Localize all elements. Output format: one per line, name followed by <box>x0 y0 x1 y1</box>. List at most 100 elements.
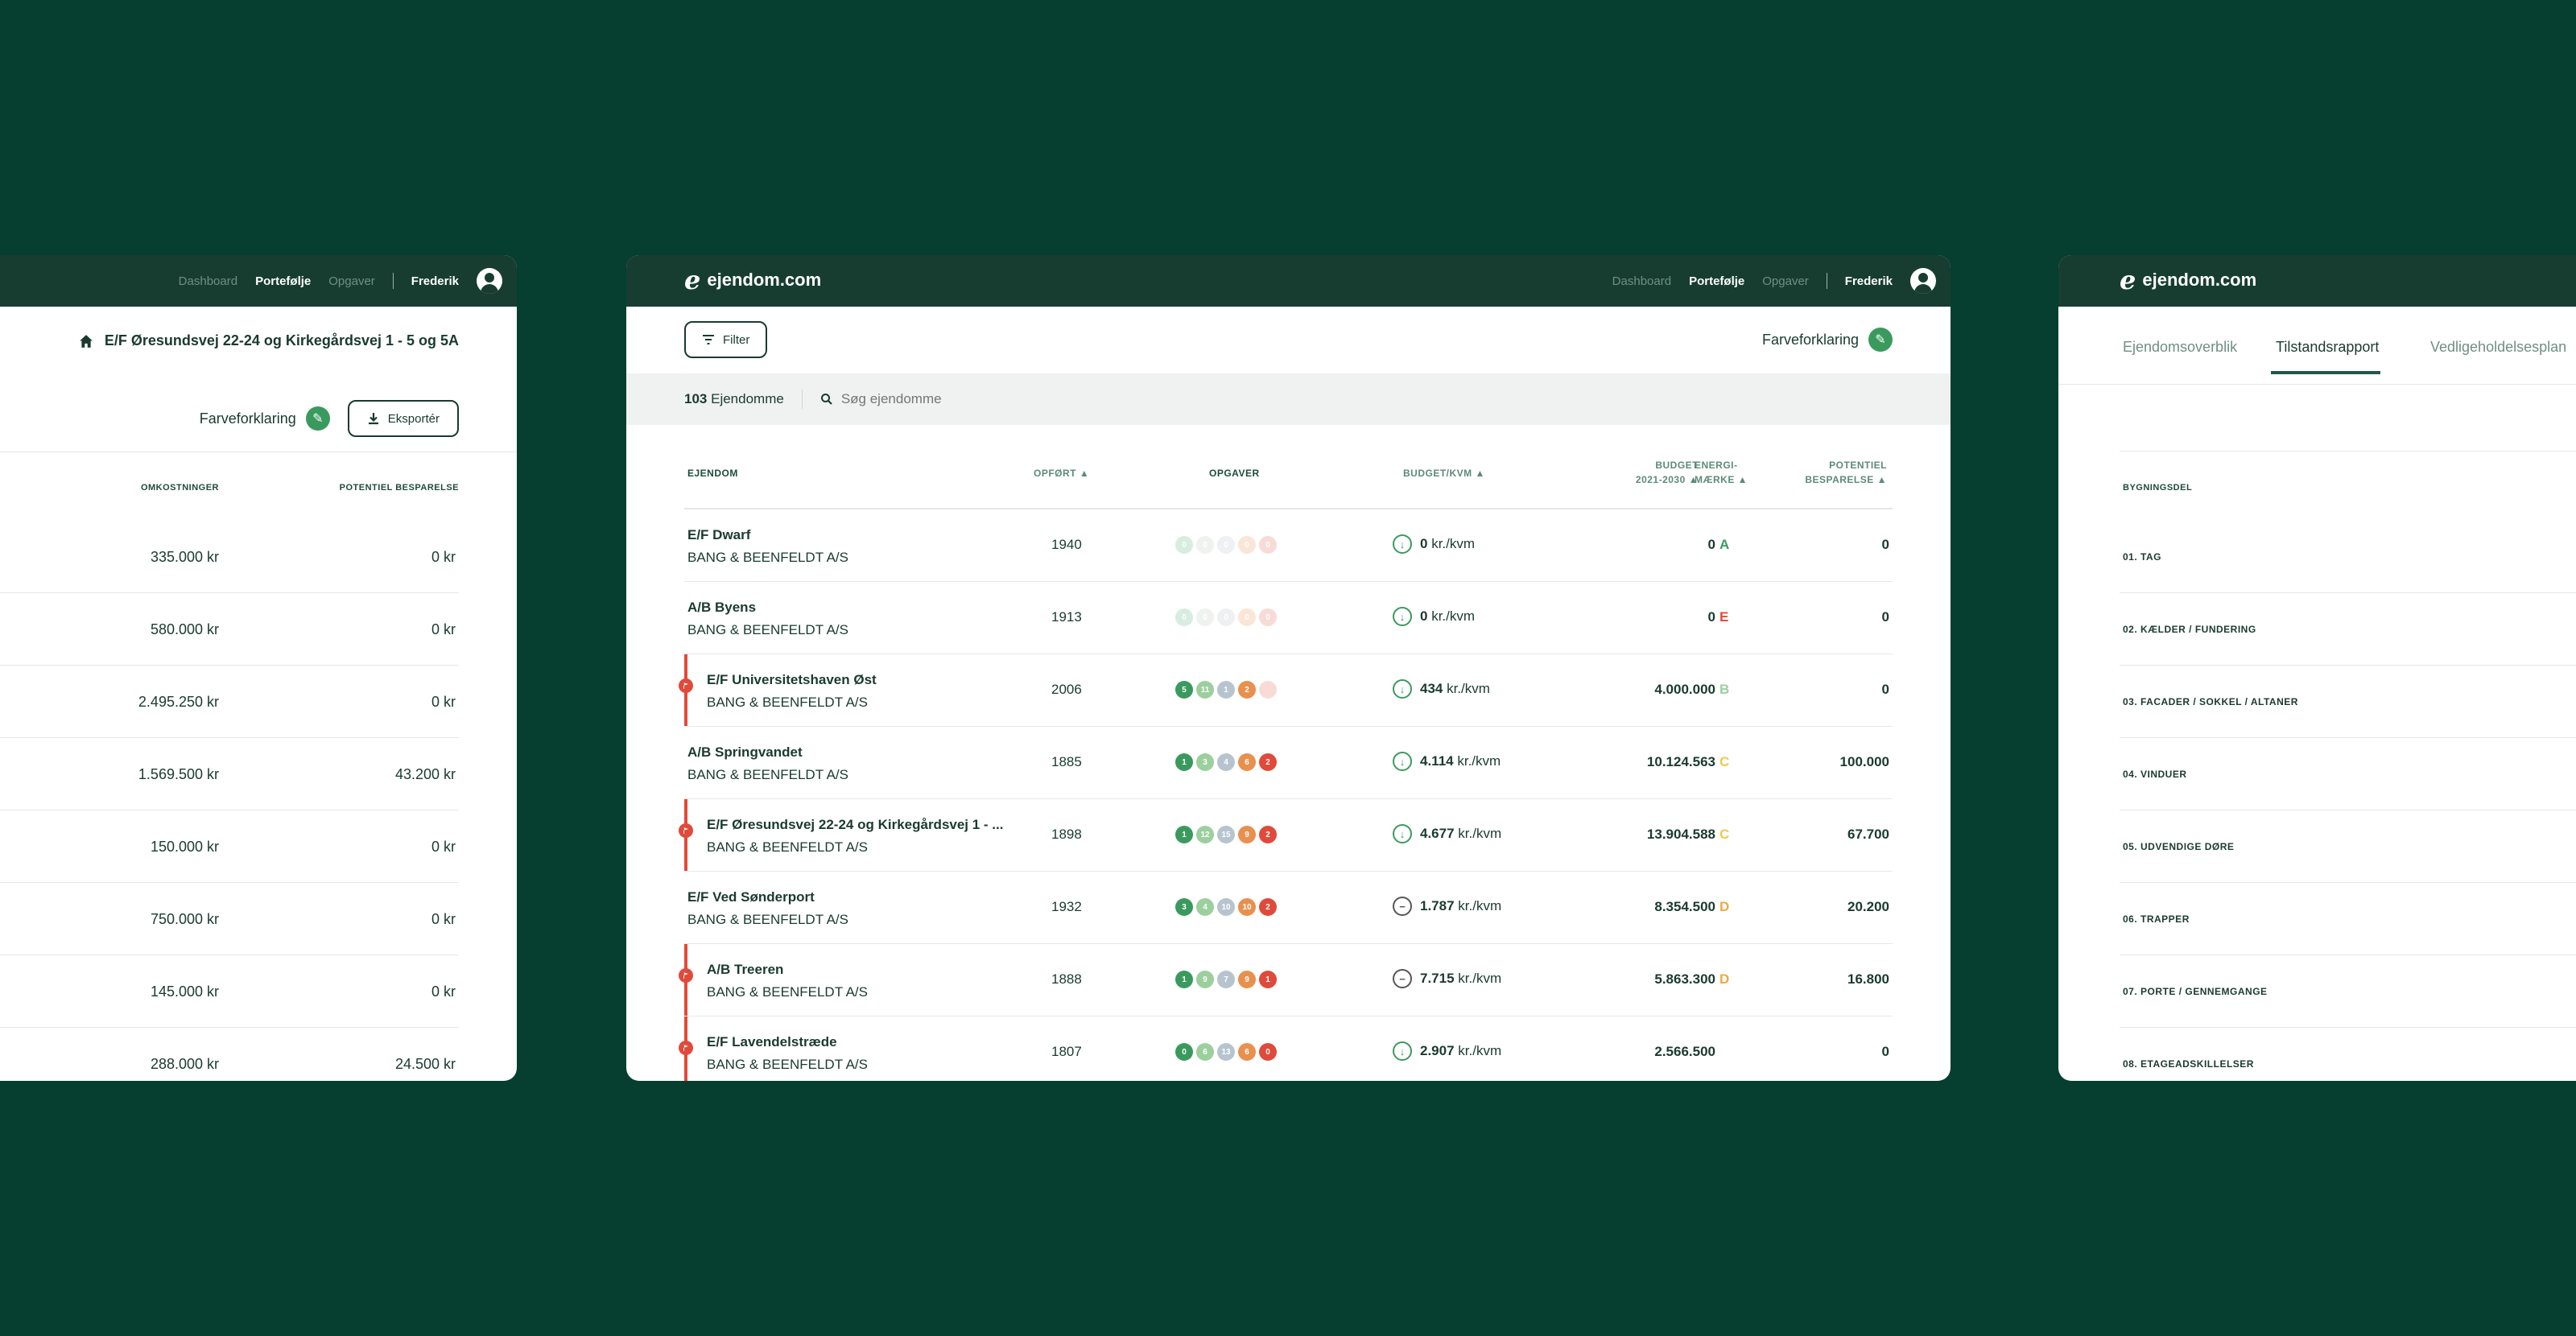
task-count-dot[interactable]: 2 <box>1259 826 1277 843</box>
nav-portfolio[interactable]: Portefølje <box>1689 274 1744 288</box>
task-count-dot[interactable]: 0 <box>1238 536 1256 554</box>
color-legend[interactable]: Farveforklaring ✎ <box>1762 328 1893 352</box>
task-count-dot[interactable] <box>1259 681 1277 699</box>
task-count-dot[interactable]: 0 <box>1259 536 1277 554</box>
task-count-dot[interactable]: 0 <box>1238 608 1256 626</box>
search-input[interactable] <box>840 391 1163 407</box>
flag-icon[interactable] <box>679 823 693 838</box>
building-part-row[interactable]: 08. ETAGEADSKILLELSER <box>2120 1028 2576 1081</box>
property-name[interactable]: E/F Dwarf <box>687 527 750 543</box>
task-count-dot[interactable]: 2 <box>1259 898 1277 916</box>
building-part-row[interactable]: 07. PORTE / GENNEMGANGE <box>2120 955 2576 1028</box>
col-header-built[interactable]: OPFØRT ▲ <box>1034 468 1089 479</box>
task-count-dot[interactable]: 0 <box>1196 608 1214 626</box>
task-count-dot[interactable]: 7 <box>1217 971 1235 988</box>
building-part-row[interactable]: 02. KÆLDER / FUNDERING <box>2120 593 2576 666</box>
brand-logo[interactable]: e ejendom.com <box>2120 267 2256 293</box>
nav-user-name[interactable]: Frederik <box>411 274 459 288</box>
property-name[interactable]: A/B Treeren <box>707 962 783 978</box>
property-row[interactable]: A/B Byens BANG & BEENFELDT A/S 1913 0000… <box>684 582 1893 654</box>
cost-row[interactable]: 1.569.500 kr 43.200 kr <box>0 738 459 810</box>
task-count-dot[interactable]: 4 <box>1196 898 1214 916</box>
property-name[interactable]: A/B Byens <box>687 600 756 616</box>
task-count-dot[interactable]: 6 <box>1238 753 1256 771</box>
cost-row[interactable]: 335.000 kr 0 kr <box>0 521 459 593</box>
cost-row[interactable]: 2.495.250 kr 0 kr <box>0 666 459 738</box>
col-header-energy[interactable]: ENERGI- MÆRKE ▲ <box>1695 458 1748 487</box>
col-header-property[interactable]: EJENDOM <box>687 468 738 479</box>
task-count-dot[interactable]: 5 <box>1175 681 1193 699</box>
tab-maintenance-plan[interactable]: Vedligeholdelsesplan <box>2430 339 2566 356</box>
tab-condition-report[interactable]: Tilstandsrapport <box>2271 339 2381 374</box>
export-button[interactable]: Eksportér <box>347 400 459 437</box>
property-row[interactable]: A/B Springvandet BANG & BEENFELDT A/S 18… <box>684 727 1893 799</box>
cost-row[interactable]: 580.000 kr 0 kr <box>0 593 459 666</box>
task-count-dot[interactable]: 10 <box>1238 898 1256 916</box>
cost-row[interactable]: 150.000 kr 0 kr <box>0 810 459 883</box>
task-count-dot[interactable]: 15 <box>1217 826 1235 843</box>
task-count-dot[interactable]: 1 <box>1175 753 1193 771</box>
task-count-dot[interactable]: 0 <box>1259 1043 1277 1061</box>
task-count-dot[interactable]: 2 <box>1238 681 1256 699</box>
task-count-dot[interactable]: 12 <box>1196 826 1214 843</box>
building-part-row[interactable]: 03. FACADER / SOKKEL / ALTANER <box>2120 666 2576 738</box>
user-avatar-icon[interactable] <box>477 268 502 294</box>
col-header-savings[interactable]: POTENTIEL BESPARELSE <box>340 483 459 493</box>
task-count-dot[interactable]: 10 <box>1217 898 1235 916</box>
col-header-costs[interactable]: OMKOSTNINGER <box>141 483 219 493</box>
building-part-row[interactable]: 06. TRAPPER <box>2120 883 2576 955</box>
property-row[interactable]: E/F Universitetshaven Øst BANG & BEENFEL… <box>679 654 1893 727</box>
building-part-row[interactable]: 05. UDVENDIGE DØRE <box>2120 810 2576 883</box>
col-header-budget-kvm[interactable]: BUDGET/KVM ▲ <box>1403 468 1485 479</box>
nav-portfolio[interactable]: Portefølje <box>255 274 311 288</box>
property-row[interactable]: E/F Ved Sønderport BANG & BEENFELDT A/S … <box>684 872 1893 944</box>
nav-tasks[interactable]: Opgaver <box>328 274 375 288</box>
task-count-dot[interactable]: 2 <box>1259 753 1277 771</box>
task-count-dot[interactable]: 3 <box>1175 898 1193 916</box>
cost-row[interactable]: 145.000 kr 0 kr <box>0 955 459 1028</box>
property-row[interactable]: A/B Treeren BANG & BEENFELDT A/S 1888 19… <box>679 944 1893 1016</box>
brand-logo[interactable]: e ejendom.com <box>684 267 821 293</box>
flag-icon[interactable] <box>679 968 693 983</box>
nav-user-name[interactable]: Frederik <box>1845 274 1893 288</box>
task-count-dot[interactable]: 11 <box>1196 681 1214 699</box>
tab-property-overview[interactable]: Ejendomsoverblik <box>2123 339 2237 356</box>
nav-dashboard[interactable]: Dashboard <box>1612 274 1671 288</box>
task-count-dot[interactable]: 0 <box>1175 536 1193 554</box>
task-count-dot[interactable]: 1 <box>1259 971 1277 988</box>
building-part-row[interactable]: 01. TAG <box>2120 521 2576 593</box>
property-name[interactable]: E/F Øresundsvej 22-24 og Kirkegårdsvej 1… <box>707 817 1003 833</box>
task-count-dot[interactable]: 6 <box>1238 1043 1256 1061</box>
task-count-dot[interactable]: 6 <box>1196 1043 1214 1061</box>
task-count-dot[interactable]: 3 <box>1196 753 1214 771</box>
task-count-dot[interactable]: 0 <box>1259 608 1277 626</box>
col-header-budget[interactable]: BUDGET 2021-2030 ▲ <box>1610 458 1699 487</box>
color-legend[interactable]: Farveforklaring ✎ <box>200 406 330 431</box>
task-count-dot[interactable]: 0 <box>1175 1043 1193 1061</box>
task-count-dot[interactable]: 4 <box>1217 753 1235 771</box>
nav-tasks[interactable]: Opgaver <box>1762 274 1809 288</box>
property-name[interactable]: A/B Springvandet <box>687 744 803 761</box>
property-row[interactable]: E/F Øresundsvej 22-24 og Kirkegårdsvej 1… <box>679 799 1893 872</box>
task-count-dot[interactable]: 0 <box>1196 536 1214 554</box>
building-part-row[interactable]: 04. VINDUER <box>2120 738 2576 810</box>
flag-icon[interactable] <box>679 678 693 693</box>
task-count-dot[interactable]: 0 <box>1217 608 1235 626</box>
property-row[interactable]: E/F Lavendelstræde BANG & BEENFELDT A/S … <box>679 1016 1893 1081</box>
col-header-building-part[interactable]: BYGNINGSDEL <box>2123 483 2192 493</box>
task-count-dot[interactable]: 1 <box>1175 826 1193 843</box>
task-count-dot[interactable]: 1 <box>1217 681 1235 699</box>
flag-icon[interactable] <box>679 1041 693 1055</box>
property-name[interactable]: E/F Ved Sønderport <box>687 889 815 905</box>
cost-row[interactable]: 288.000 kr 24.500 kr <box>0 1028 459 1081</box>
nav-dashboard[interactable]: Dashboard <box>179 274 237 288</box>
task-count-dot[interactable]: 9 <box>1238 826 1256 843</box>
home-icon[interactable] <box>79 334 93 348</box>
task-count-dot[interactable]: 9 <box>1196 971 1214 988</box>
pencil-icon[interactable]: ✎ <box>1868 328 1893 352</box>
task-count-dot[interactable]: 1 <box>1175 971 1193 988</box>
filter-button[interactable]: Filter <box>684 321 768 358</box>
property-row[interactable]: E/F Dwarf BANG & BEENFELDT A/S 1940 0000… <box>684 509 1893 582</box>
property-name[interactable]: E/F Lavendelstræde <box>707 1034 837 1050</box>
col-header-savings[interactable]: POTENTIEL BESPARELSE ▲ <box>1784 458 1887 487</box>
